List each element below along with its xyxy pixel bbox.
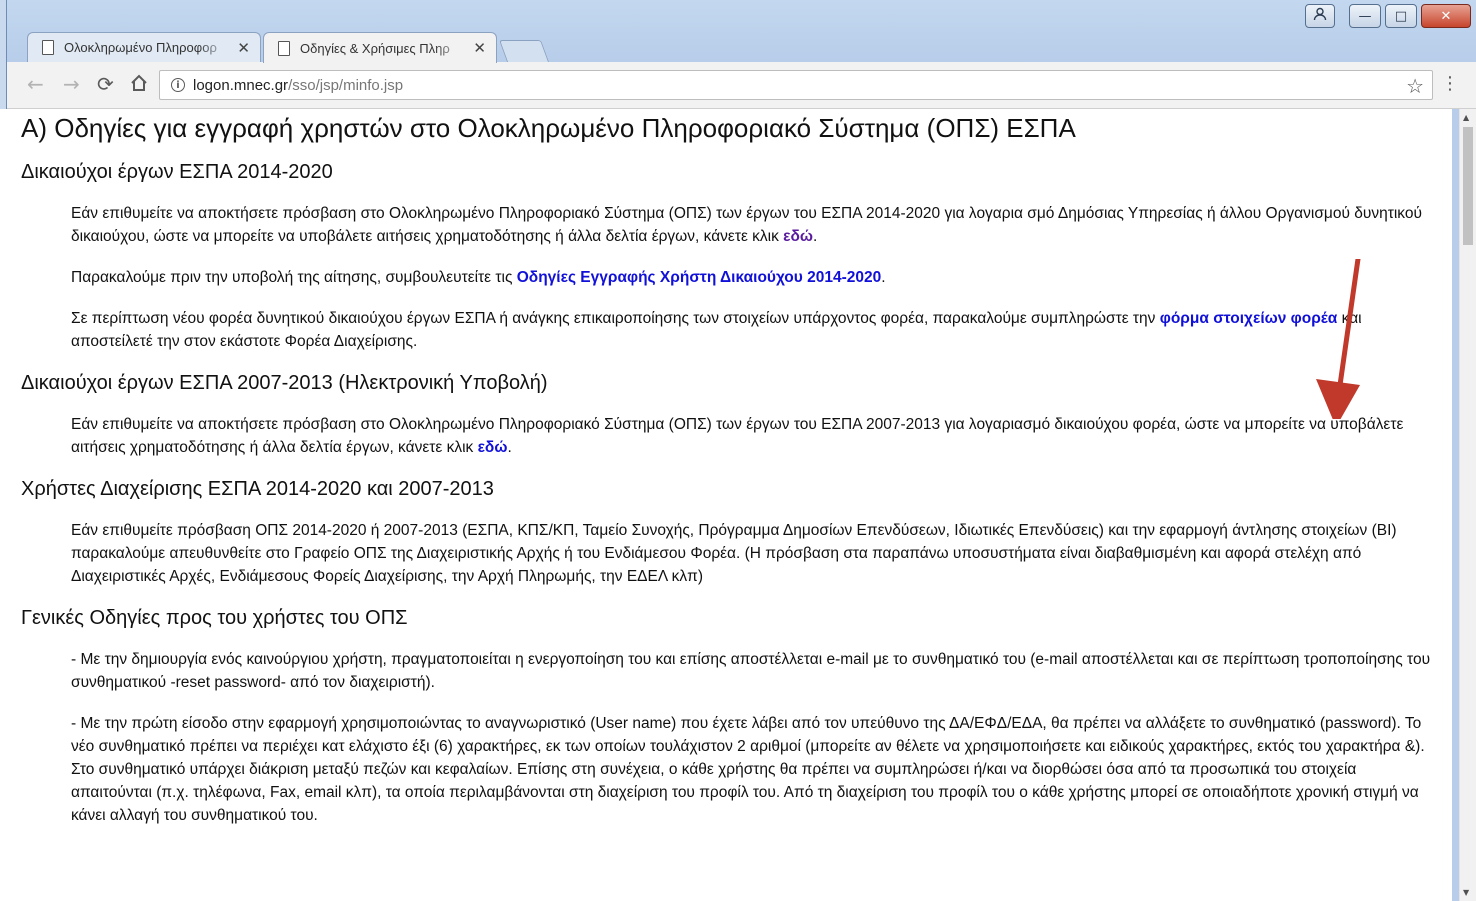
scroll-down-icon[interactable]: ▼	[1463, 888, 1469, 897]
annotation-arrow-icon	[1300, 256, 1380, 427]
paragraph-text: Εάν επιθυμείτε να αποκτήσετε πρόσβαση στ…	[71, 416, 1404, 456]
maximize-icon: □	[1394, 8, 1408, 24]
close-window-button[interactable]: ✕	[1421, 4, 1471, 28]
paragraph-end: .	[507, 439, 512, 456]
paragraph-text: Εάν επιθυμείτε να αποκτήσετε πρόσβαση στ…	[71, 205, 1422, 245]
paragraph-new-user: - Με την δημιουργία ενός καινούργιου χρή…	[71, 651, 1431, 691]
scroll-up-icon[interactable]: ▲	[1463, 113, 1469, 122]
close-icon[interactable]: ✕	[237, 39, 250, 57]
window-controls: — □ ✕	[1305, 4, 1471, 28]
url-path: /sso/jsp/minfo.jsp	[288, 76, 404, 94]
forward-icon[interactable]: →	[63, 74, 80, 94]
minimize-icon: —	[1358, 8, 1372, 24]
paragraph-end: .	[813, 228, 818, 245]
paragraph-first-login: - Με την πρώτη είσοδο στην εφαρμογή χρησ…	[71, 715, 1425, 824]
paragraph-access-2007: Εάν επιθυμείτε να αποκτήσετε πρόσβαση στ…	[71, 413, 1436, 459]
browser-toolbar: ← → ⟳ i logon.mnec.gr/sso/jsp/minfo.jsp …	[7, 62, 1476, 109]
paragraph-new-entity: Σε περίπτωση νέου φορέα δυνητικού δικαιο…	[71, 307, 1436, 353]
section-heading-general-instructions: Γενικές Οδηγίες προς του χρήστες του ΟΠΣ	[21, 607, 408, 629]
link-registration-guide[interactable]: Οδηγίες Εγγραφής Χρήστη Δικαιούχου 2014-…	[517, 269, 882, 286]
maximize-button[interactable]: □	[1385, 4, 1417, 28]
section-heading-management-users: Χρήστες Διαχείρισης ΕΣΠΑ 2014-2020 και 2…	[21, 478, 494, 500]
tab-ops[interactable]: Ολοκληρωμένο Πληροφορ ✕	[27, 32, 261, 62]
star-icon[interactable]: ☆	[1406, 74, 1424, 98]
tab-title: Ολοκληρωμένο Πληροφορ	[64, 40, 217, 55]
close-window-icon: ✕	[1440, 8, 1452, 24]
paragraph-guidelines: Παρακαλούμε πριν την υποβολή της αίτησης…	[71, 266, 1436, 289]
page-viewport: Α) Οδηγίες για εγγραφή χρηστών στο Ολοκλ…	[0, 109, 1452, 901]
minimize-button[interactable]: —	[1349, 4, 1381, 28]
page-icon	[42, 40, 54, 55]
vertical-scrollbar[interactable]: ▲ ▼	[1459, 109, 1476, 901]
address-bar[interactable]: i logon.mnec.gr/sso/jsp/minfo.jsp ☆	[159, 70, 1433, 100]
page-title: Α) Οδηγίες για εγγραφή χρηστών στο Ολοκλ…	[21, 113, 1076, 143]
close-icon[interactable]: ✕	[473, 39, 486, 57]
scrollbar-thumb[interactable]	[1463, 127, 1473, 245]
new-tab-button[interactable]	[498, 40, 550, 62]
user-icon	[1313, 7, 1327, 25]
page-icon	[278, 40, 290, 56]
link-here-2007[interactable]: εδώ	[478, 439, 508, 456]
url-host: logon.mnec.gr	[193, 76, 289, 94]
paragraph-end: .	[881, 269, 886, 286]
tab-title: Οδηγίες & Χρήσιμες Πληρ	[300, 40, 450, 56]
user-profile-button[interactable]	[1305, 4, 1335, 28]
paragraph-management-access: Εάν επιθυμείτε πρόσβαση ΟΠΣ 2014-2020 ή …	[71, 522, 1397, 585]
paragraph-access-2014: Εάν επιθυμείτε να αποκτήσετε πρόσβαση στ…	[71, 202, 1436, 248]
page-content: Α) Οδηγίες για εγγραφή χρηστών στο Ολοκλ…	[0, 109, 1452, 827]
paragraph-text: Σε περίπτωση νέου φορέα δυνητικού δικαιο…	[71, 310, 1160, 327]
reload-icon[interactable]: ⟳	[97, 74, 114, 94]
menu-icon[interactable]: ⋮	[1441, 74, 1459, 94]
info-icon[interactable]: i	[171, 78, 185, 92]
paragraph-text: Παρακαλούμε πριν την υποβολή της αίτησης…	[71, 269, 517, 286]
section-heading-beneficiaries-2014: Δικαιούχοι έργων ΕΣΠΑ 2014-2020	[21, 161, 333, 183]
section-heading-beneficiaries-2007: Δικαιούχοι έργων ΕΣΠΑ 2007-2013 (Ηλεκτρο…	[21, 372, 548, 394]
back-icon[interactable]: ←	[27, 74, 44, 94]
home-icon[interactable]	[129, 73, 149, 96]
link-here-2014[interactable]: εδώ	[783, 228, 813, 245]
tab-instructions[interactable]: Οδηγίες & Χρήσιμες Πληρ ✕	[263, 32, 497, 63]
